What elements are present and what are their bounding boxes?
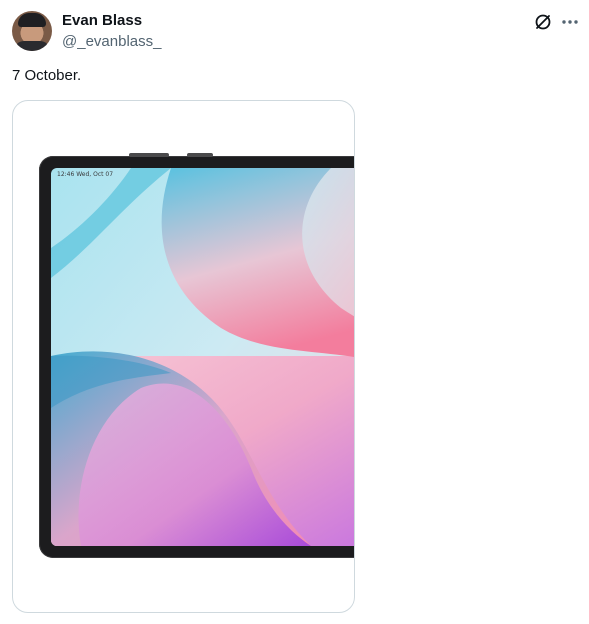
avatar-cap — [18, 13, 46, 27]
tablet-image: 12:46 Wed, Oct 07 — [39, 153, 354, 558]
tablet-power-button — [187, 153, 213, 157]
avatar-shirt — [14, 41, 50, 51]
tablet-screen: 12:46 Wed, Oct 07 — [51, 168, 354, 546]
avatar[interactable] — [12, 11, 52, 51]
media-card[interactable]: 12:46 Wed, Oct 07 — [12, 100, 355, 613]
more-options-icon[interactable] — [559, 12, 581, 32]
wallpaper — [51, 168, 354, 546]
status-bar-text: 12:46 Wed, Oct 07 — [57, 171, 114, 178]
tweet-text: 7 October. — [12, 67, 82, 84]
author-display-name[interactable]: Evan Blass — [62, 12, 142, 29]
grok-icon[interactable] — [533, 12, 553, 32]
tablet-volume-button — [129, 153, 169, 157]
author-handle[interactable]: @_evanblass_ — [62, 33, 161, 50]
